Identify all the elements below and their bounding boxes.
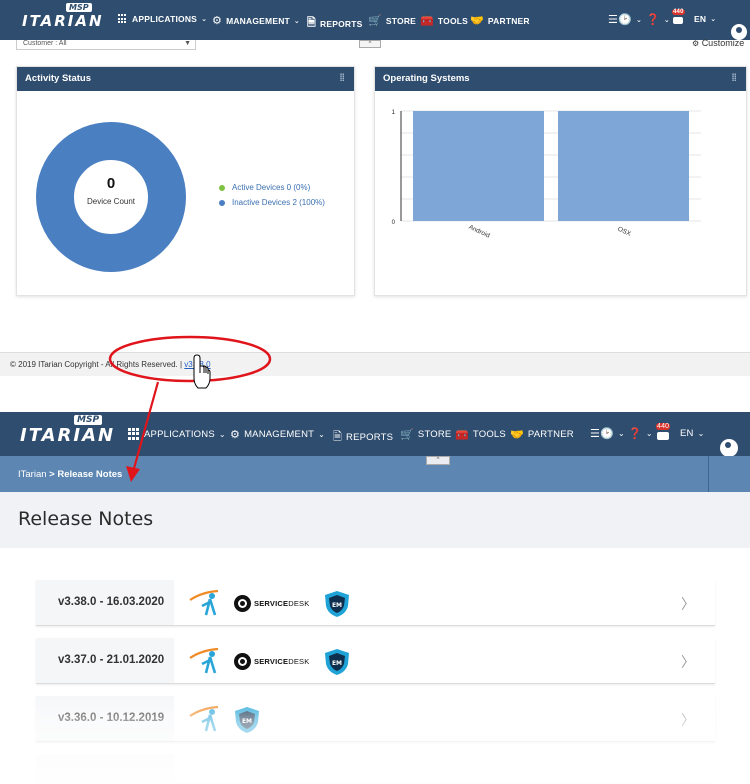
annotation-arrow-line	[131, 381, 160, 473]
hand-cursor-icon	[193, 354, 211, 389]
annotation-arrowhead	[126, 466, 140, 482]
annotation-overlay	[108, 335, 272, 482]
highlight-ellipse	[108, 335, 272, 383]
